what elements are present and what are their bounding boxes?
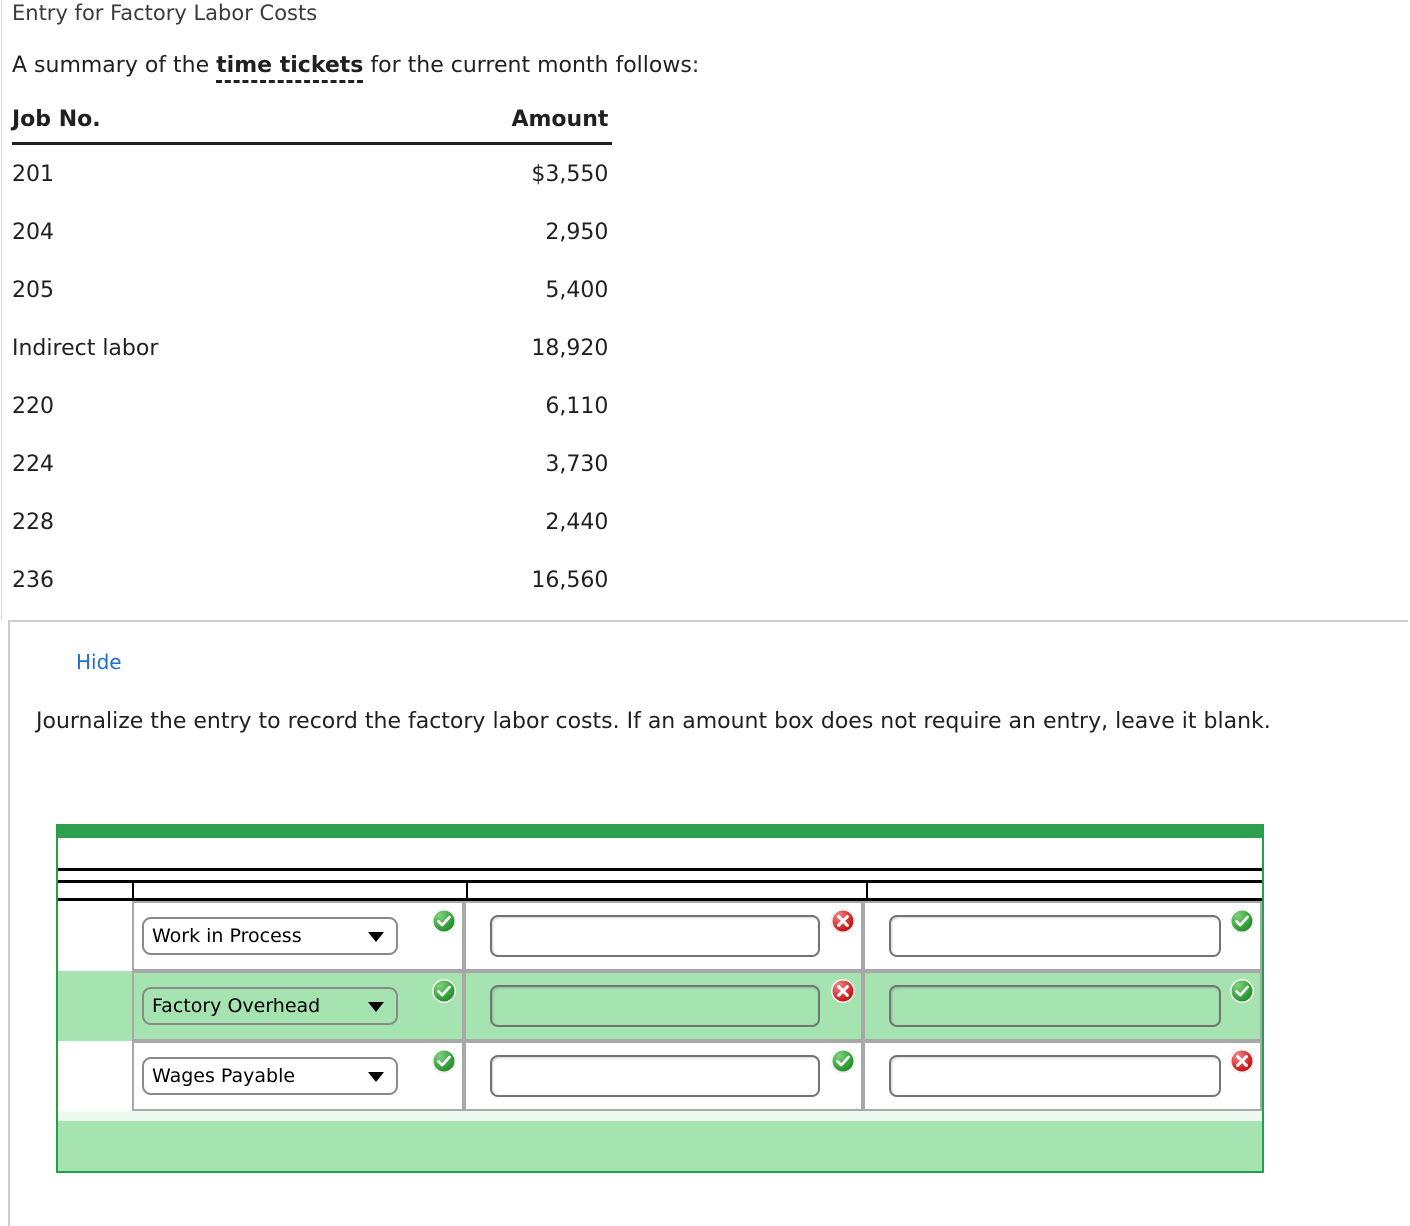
table-row: 204 2,950 bbox=[12, 203, 612, 261]
cell-job-no: 236 bbox=[12, 568, 54, 593]
journal-debit-cell bbox=[464, 1041, 863, 1111]
job-amount-table: Job No. Amount 201 $3,550 204 2,950 205 5,400… bbox=[12, 107, 613, 610]
column-divider-1 bbox=[132, 883, 134, 898]
journal-account-cell: Factory Overhead bbox=[132, 971, 464, 1041]
debit-status-check-icon bbox=[831, 1049, 855, 1073]
credit-amount-input[interactable] bbox=[889, 985, 1221, 1027]
table-row: 205 5,400 bbox=[12, 261, 612, 319]
table-row: 201 $3,550 bbox=[12, 144, 612, 204]
cell-job-no: 204 bbox=[12, 220, 54, 245]
hide-link[interactable]: Hide bbox=[76, 650, 122, 674]
cell-job-no: 224 bbox=[12, 452, 54, 477]
journal-credit-cell bbox=[863, 1041, 1262, 1111]
journal-date-cell bbox=[58, 901, 132, 971]
cell-amount: 16,560 bbox=[531, 568, 609, 593]
journal-account-cell: Work in Process bbox=[132, 901, 464, 971]
cell-amount: 3,730 bbox=[545, 452, 609, 477]
table-row: Indirect labor 18,920 bbox=[12, 319, 612, 377]
account-select[interactable]: Wages Payable bbox=[142, 1057, 398, 1095]
cell-amount: 5,400 bbox=[545, 278, 609, 303]
debit-status-error-icon bbox=[831, 979, 855, 1003]
cell-job-no: 228 bbox=[12, 510, 54, 535]
journal-rows-container: Work in Process Factory Overhead Wages Pay… bbox=[58, 901, 1262, 1111]
table-row: 228 2,440 bbox=[12, 493, 612, 551]
cell-amount: $3,550 bbox=[531, 162, 609, 187]
journal-row: Factory Overhead bbox=[58, 971, 1262, 1041]
table-row: 236 16,560 bbox=[12, 551, 612, 609]
journal-footer-gap bbox=[58, 1111, 1262, 1121]
table-header-row: Job No. Amount bbox=[12, 107, 613, 145]
column-divider-2 bbox=[466, 883, 468, 898]
account-status-check-icon bbox=[432, 909, 456, 933]
lead-text-after: for the current month follows: bbox=[363, 53, 700, 78]
chevron-down-icon bbox=[368, 932, 384, 942]
chevron-down-icon bbox=[368, 1072, 384, 1082]
journal-date-cell bbox=[58, 1041, 132, 1111]
journal-debit-cell bbox=[464, 901, 863, 971]
cell-job-no: 220 bbox=[12, 394, 54, 419]
cell-amount: 6,110 bbox=[545, 394, 609, 419]
table-body: 201 $3,550 204 2,950 205 5,400 Indirect labor 1… bbox=[12, 144, 612, 610]
problem-lead-text: A summary of the time tickets for the cu… bbox=[12, 52, 700, 83]
journal-footer-bar bbox=[58, 1121, 1262, 1171]
debit-amount-input[interactable] bbox=[490, 1055, 820, 1097]
debit-amount-input[interactable] bbox=[490, 985, 820, 1027]
table-row: 224 3,730 bbox=[12, 435, 612, 493]
journal-entry-table: Work in Process Factory Overhead Wages Pay… bbox=[56, 824, 1264, 1173]
instruction-text: Journalize the entry to record the facto… bbox=[36, 709, 1271, 734]
journal-header-bar bbox=[58, 824, 1262, 838]
credit-status-check-icon bbox=[1230, 979, 1254, 1003]
answer-panel: Hide Journalize the entry to record the … bbox=[8, 620, 1408, 1226]
column-header-amount: Amount bbox=[278, 107, 613, 145]
cell-job-no: 201 bbox=[12, 162, 54, 187]
journal-column-divider-row bbox=[58, 883, 1262, 901]
cell-job-no: Indirect labor bbox=[12, 336, 159, 361]
journal-account-cell: Wages Payable bbox=[132, 1041, 464, 1111]
cell-amount: 2,950 bbox=[545, 220, 609, 245]
journal-row: Wages Payable bbox=[58, 1041, 1262, 1111]
journal-row: Work in Process bbox=[58, 901, 1262, 971]
lead-text-before: A summary of the bbox=[12, 53, 217, 78]
account-status-check-icon bbox=[432, 979, 456, 1003]
time-tickets-term: time tickets bbox=[216, 53, 364, 83]
cell-amount: 2,440 bbox=[545, 510, 609, 535]
journal-header-rule bbox=[58, 868, 1262, 883]
table-row: 220 6,110 bbox=[12, 377, 612, 435]
credit-status-check-icon bbox=[1230, 909, 1254, 933]
journal-debit-cell bbox=[464, 971, 863, 1041]
credit-status-error-icon bbox=[1230, 1049, 1254, 1073]
debit-amount-input[interactable] bbox=[490, 915, 820, 957]
journal-title-row bbox=[58, 838, 1262, 868]
chevron-down-icon bbox=[368, 1002, 384, 1012]
column-divider-3 bbox=[866, 883, 868, 898]
page-left-rule bbox=[1, 0, 2, 620]
account-select[interactable]: Work in Process bbox=[142, 917, 398, 955]
page-title: Entry for Factory Labor Costs bbox=[12, 1, 318, 25]
journal-credit-cell bbox=[863, 971, 1262, 1041]
journal-credit-cell bbox=[863, 901, 1262, 971]
account-select[interactable]: Factory Overhead bbox=[142, 987, 398, 1025]
journal-date-cell bbox=[58, 971, 132, 1041]
column-header-job-no: Job No. bbox=[12, 107, 279, 145]
table-header: Job No. Amount bbox=[12, 107, 613, 145]
credit-amount-input[interactable] bbox=[889, 915, 1221, 957]
credit-amount-input[interactable] bbox=[889, 1055, 1221, 1097]
cell-job-no: 205 bbox=[12, 278, 54, 303]
account-status-check-icon bbox=[432, 1049, 456, 1073]
cell-amount: 18,920 bbox=[531, 336, 609, 361]
debit-status-error-icon bbox=[831, 909, 855, 933]
